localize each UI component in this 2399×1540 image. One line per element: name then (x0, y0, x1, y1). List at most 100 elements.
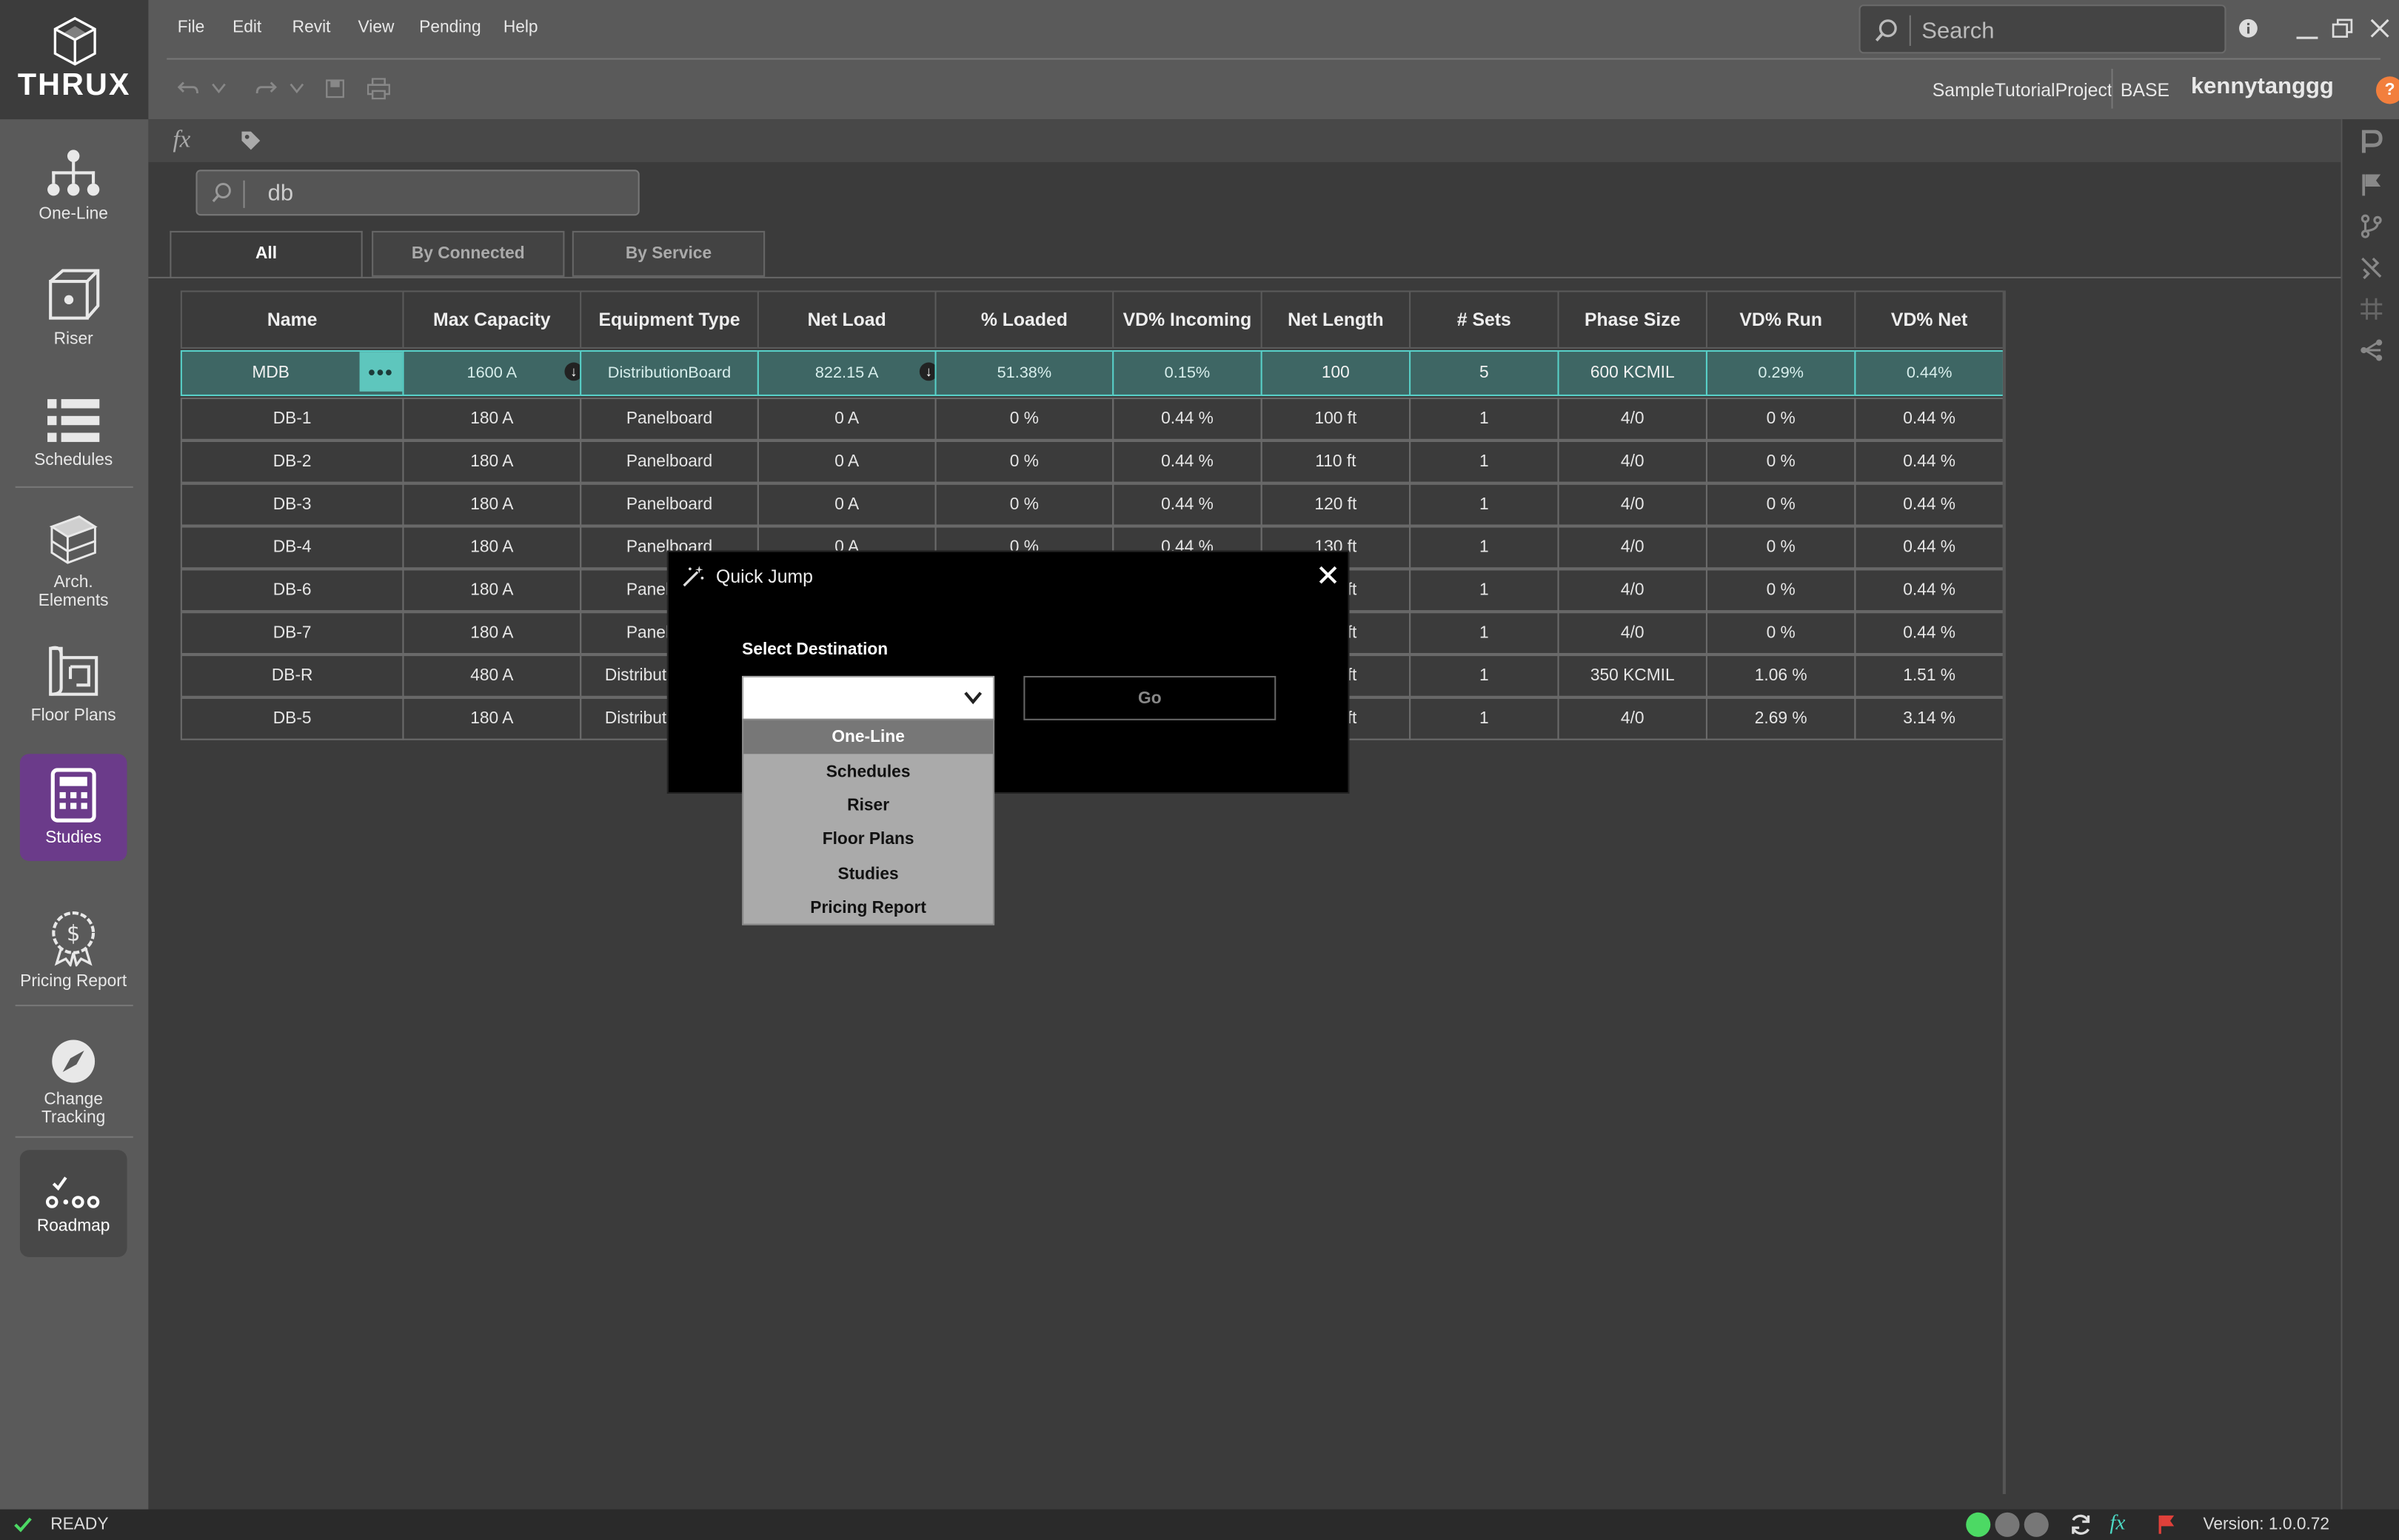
cell-sets[interactable]: 1 (1409, 526, 1559, 569)
cell-name[interactable]: DB-6 (180, 569, 404, 612)
cell-vd-run[interactable]: 0 % (1705, 569, 1856, 612)
cell-loaded[interactable]: 51.38% (934, 349, 1114, 396)
share-tree-icon[interactable] (2359, 338, 2383, 362)
restore-icon[interactable] (2332, 19, 2353, 38)
detail-marker-icon[interactable]: ↓ (564, 362, 580, 381)
formula-status-icon[interactable]: fx (2109, 1513, 2125, 1537)
cell-phase-size[interactable]: 4/0 (1557, 697, 1707, 740)
cell-vd-run[interactable]: 2.69 % (1705, 697, 1856, 740)
tab-all[interactable]: All (170, 230, 363, 278)
sidebar-item-arch-elements[interactable]: Arch. Elements (20, 512, 127, 610)
cell-phase-size[interactable]: 4/0 (1557, 612, 1707, 655)
cell-equipment-type[interactable]: Panelboard (580, 398, 759, 441)
cell-vd-run[interactable]: 0 % (1705, 483, 1856, 526)
cell-sets[interactable]: 1 (1409, 483, 1559, 526)
cell-max-capacity[interactable]: 180 A (402, 398, 582, 441)
column-header-vd-net[interactable]: VD% Net (1854, 290, 2004, 349)
destination-select[interactable] (742, 675, 995, 720)
cell-sets[interactable]: 1 (1409, 612, 1559, 655)
column-header-phase-size[interactable]: Phase Size (1557, 290, 1707, 349)
avatar[interactable]: ? (2375, 76, 2399, 104)
cell-vd-run[interactable]: 0 % (1705, 398, 1856, 441)
vertical-scrollbar[interactable] (2002, 290, 2006, 1494)
cell-phase-size[interactable]: 4/0 (1557, 569, 1707, 612)
cell-vd-run[interactable]: 0 % (1705, 612, 1856, 655)
cell-phase-size[interactable]: 4/0 (1557, 398, 1707, 441)
table-row[interactable]: DB-3 180 A Panelboard 0 A 0 % 0.44 % 120 ft 1 4/… (180, 483, 2004, 526)
cell-sets[interactable]: 5 (1409, 349, 1559, 396)
close-icon[interactable] (1319, 566, 1337, 584)
cell-name[interactable]: DB-7 (180, 612, 404, 655)
cell-sets[interactable]: 1 (1409, 569, 1559, 612)
sidebar-item-roadmap[interactable]: Roadmap (19, 1150, 127, 1257)
dropdown-option-floor-plans[interactable]: Floor Plans (743, 823, 993, 857)
cell-equipment-type[interactable]: Panelboard (580, 483, 759, 526)
flag-icon[interactable] (2359, 173, 2383, 197)
redo-icon[interactable] (255, 78, 277, 96)
username[interactable]: kennytanggg (2191, 73, 2334, 99)
cell-phase-size[interactable]: 4/0 (1557, 483, 1707, 526)
menu-edit[interactable]: Edit (232, 19, 261, 37)
power-status-icon[interactable] (1966, 1512, 1991, 1537)
sidebar-item-riser[interactable]: Riser (20, 260, 127, 355)
tab-by-connected[interactable]: By Connected (372, 230, 565, 277)
column-header-loaded[interactable]: % Loaded (934, 290, 1114, 349)
cell-name[interactable]: DB-R (180, 654, 404, 697)
cell-loaded[interactable]: 0 % (934, 440, 1114, 483)
cell-name[interactable]: DB-1 (180, 398, 404, 441)
cell-max-capacity[interactable]: 180 A (402, 483, 582, 526)
cell-vd-net[interactable]: 3.14 % (1854, 697, 2004, 740)
cell-name[interactable]: DB-2 (180, 440, 404, 483)
cell-max-capacity[interactable]: 480 A (402, 654, 582, 697)
detail-marker-icon[interactable]: ↓ (919, 362, 935, 381)
filter-search[interactable] (195, 170, 640, 216)
cell-loaded[interactable]: 0 % (934, 398, 1114, 441)
tag-icon[interactable] (240, 130, 261, 152)
p-icon[interactable] (2359, 130, 2383, 155)
cell-net-load[interactable]: 822.15 A ↓ (757, 349, 937, 396)
sidebar-item-change-tracking[interactable]: Change Tracking (20, 1037, 127, 1128)
column-header-net-load[interactable]: Net Load (757, 290, 937, 349)
sidebar-item-studies[interactable]: Studies (19, 754, 127, 861)
project-name[interactable]: SampleTutorialProject (1933, 79, 2112, 101)
sidebar-item-schedules[interactable]: Schedules (20, 386, 127, 481)
cell-net-length[interactable]: 110 ft (1260, 440, 1411, 483)
global-search[interactable] (1858, 4, 2226, 54)
sync-icon[interactable] (2069, 1513, 2093, 1537)
branch-icon[interactable] (2359, 214, 2383, 238)
cell-max-capacity[interactable]: 180 A (402, 697, 582, 740)
cell-net-load[interactable]: 0 A (757, 440, 937, 483)
cell-vd-incoming[interactable]: 0.44 % (1112, 398, 1262, 441)
dropdown-option-pricing-report[interactable]: Pricing Report (743, 891, 993, 925)
disconnect-icon[interactable] (2359, 255, 2383, 280)
cell-vd-net[interactable]: 0.44% (1854, 349, 2004, 396)
cell-vd-net[interactable]: 0.44 % (1854, 398, 2004, 441)
grid-icon[interactable] (2359, 297, 2383, 321)
column-header-net-length[interactable]: Net Length (1260, 290, 1411, 349)
cell-vd-run[interactable]: 0 % (1705, 440, 1856, 483)
cell-phase-size[interactable]: 4/0 (1557, 526, 1707, 569)
cell-loaded[interactable]: 0 % (934, 483, 1114, 526)
cell-phase-size[interactable]: 4/0 (1557, 440, 1707, 483)
column-header-name[interactable]: Name (180, 290, 404, 349)
dropdown-option-one-line[interactable]: One-Line (743, 720, 994, 755)
cell-max-capacity[interactable]: 180 A (402, 612, 582, 655)
search-input[interactable] (1921, 12, 2212, 50)
formula-icon[interactable]: fx (173, 127, 190, 154)
cell-sets[interactable]: 1 (1409, 654, 1559, 697)
cell-vd-net[interactable]: 0.44 % (1854, 440, 2004, 483)
dropdown-option-riser[interactable]: Riser (743, 789, 993, 823)
cell-vd-net[interactable]: 0.44 % (1854, 483, 2004, 526)
dropdown-option-studies[interactable]: Studies (743, 857, 993, 891)
filter-input[interactable] (267, 177, 620, 208)
column-header-vd-incoming[interactable]: VD% Incoming (1112, 290, 1262, 349)
cell-vd-run[interactable]: 0 % (1705, 526, 1856, 569)
cell-net-length[interactable]: 100 (1260, 349, 1411, 396)
tab-by-service[interactable]: By Service (572, 230, 766, 277)
go-button[interactable]: Go (1023, 675, 1277, 720)
menu-pending[interactable]: Pending (419, 19, 481, 37)
cell-equipment-type[interactable]: Panelboard (580, 440, 759, 483)
power-status-icon-2[interactable] (1995, 1512, 2020, 1537)
cell-vd-run[interactable]: 0.29% (1705, 349, 1856, 396)
cell-phase-size[interactable]: 350 KCMIL (1557, 654, 1707, 697)
